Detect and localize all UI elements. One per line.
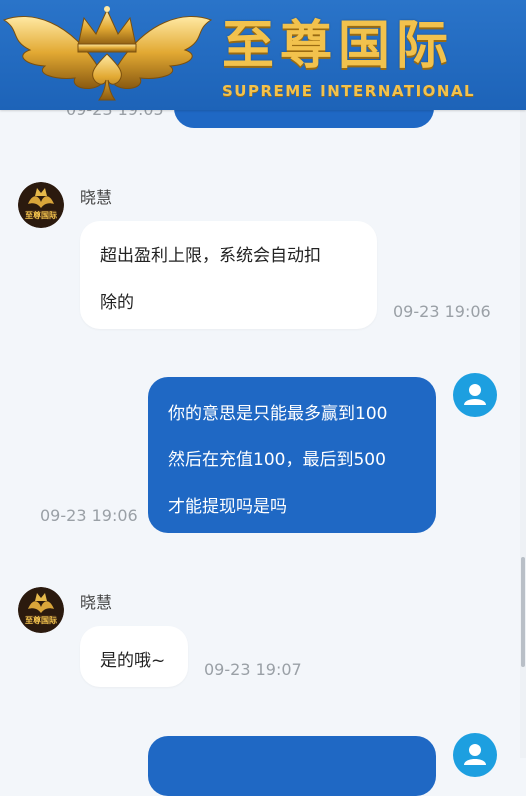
scrollbar-track[interactable]: [520, 110, 526, 758]
message-time: 09-23 19:06: [40, 506, 138, 525]
message-text-line: 你的意思是只能最多赢到100: [168, 404, 388, 424]
agent-avatar[interactable]: 至尊国际: [18, 587, 64, 633]
message-time: 09-23 19:06: [393, 302, 491, 321]
brand-subtitle: SUPREME INTERNATIONAL: [222, 82, 476, 100]
sender-name: 晓慧: [80, 593, 113, 612]
app-header: 至尊国际 SUPREME INTERNATIONAL: [0, 0, 526, 110]
user-avatar-icon[interactable]: [453, 733, 497, 777]
user-avatar-icon[interactable]: [453, 373, 497, 417]
message-bubble-received: 是的哦~: [80, 626, 188, 687]
message-bubble-sent: 你的意思是只能最多赢到100 然后在充值100，最后到500 才能提现吗是吗: [148, 377, 436, 533]
message-text-line: 是的哦~: [100, 651, 166, 671]
sender-name: 晓慧: [80, 188, 113, 207]
message-text-line: 超出盈利上限，系统会自动扣: [100, 246, 321, 266]
brand-title: 至尊国际: [222, 16, 455, 76]
crown-wings-logo-icon: [2, 6, 213, 101]
message-bubble-sent-partial: [148, 736, 436, 796]
message-time: 09-23 19:07: [204, 660, 302, 679]
avatar-text: 至尊国际: [25, 616, 57, 625]
avatar-text: 至尊国际: [25, 211, 57, 220]
message-text-line: 才能提现吗是吗: [168, 497, 287, 517]
agent-avatar[interactable]: 至尊国际: [18, 182, 64, 228]
message-text-line: 除的: [100, 293, 134, 313]
message-bubble-received: 超出盈利上限，系统会自动扣 除的: [80, 221, 377, 329]
message-text-line: 然后在充值100，最后到500: [168, 450, 386, 470]
scrollbar-thumb[interactable]: [521, 557, 525, 667]
